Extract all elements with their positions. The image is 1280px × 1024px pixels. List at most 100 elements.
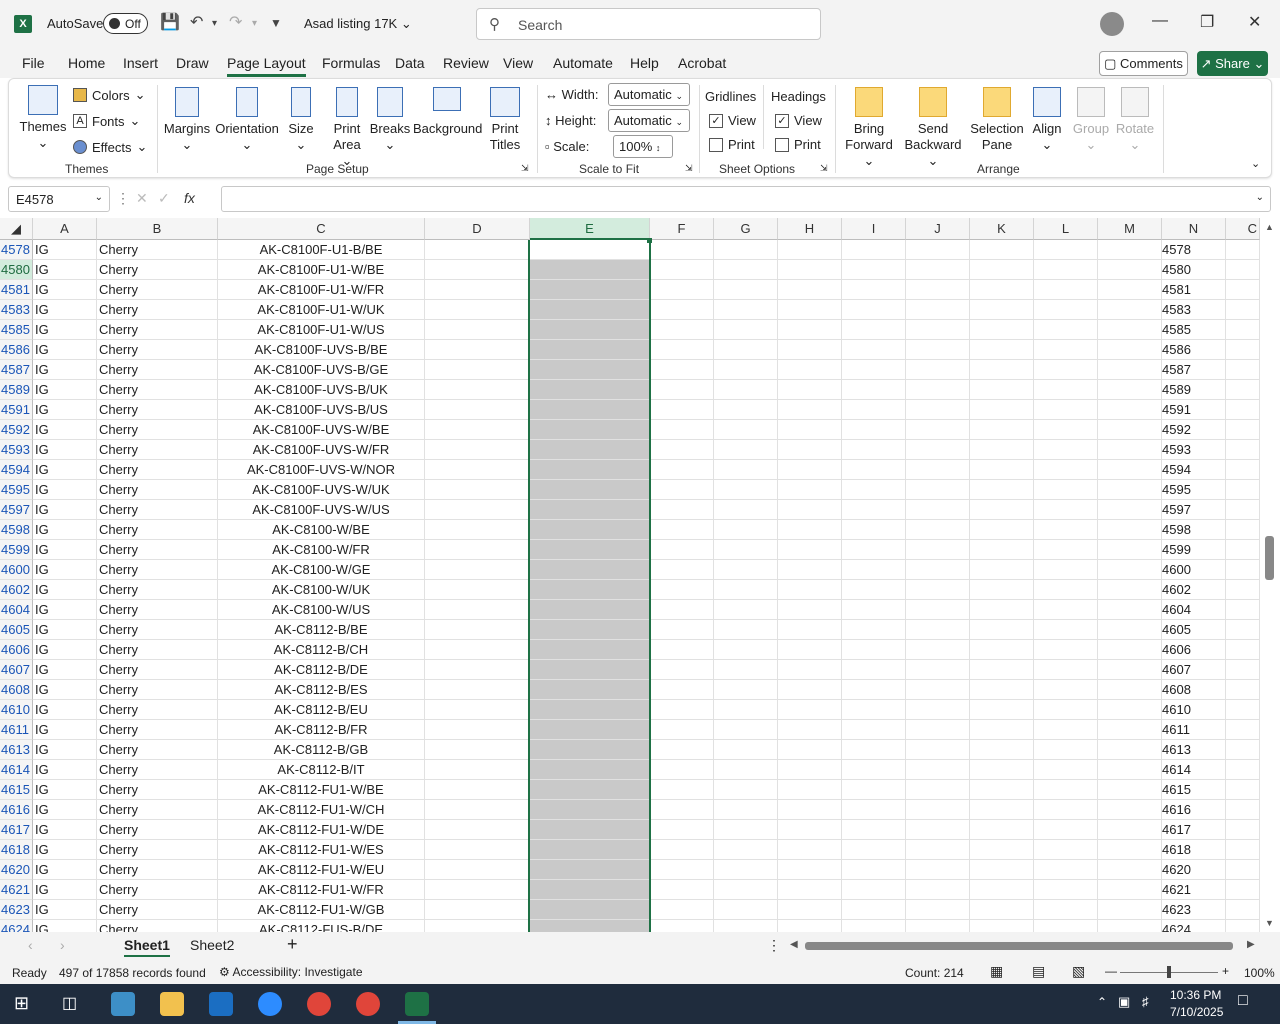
- cell-d[interactable]: [425, 600, 530, 620]
- cell-m[interactable]: [1098, 640, 1162, 660]
- save-icon[interactable]: 💾: [160, 12, 180, 32]
- cell-b[interactable]: Cherry: [97, 820, 218, 840]
- row-header[interactable]: 4611: [0, 720, 33, 740]
- cell-j[interactable]: [906, 660, 970, 680]
- cell-n[interactable]: 4578: [1162, 240, 1226, 260]
- zoom-out-icon[interactable]: —: [1105, 964, 1117, 978]
- cell-l[interactable]: [1034, 300, 1098, 320]
- row-header[interactable]: 4591: [0, 400, 33, 420]
- cell-f[interactable]: [650, 260, 714, 280]
- cell-a[interactable]: IG: [33, 840, 97, 860]
- cell-c[interactable]: AK-C8112-FU1-W/EU: [218, 860, 425, 880]
- cell-a[interactable]: IG: [33, 280, 97, 300]
- cell-l[interactable]: [1034, 860, 1098, 880]
- clock-date[interactable]: 7/10/2025: [1170, 1005, 1223, 1019]
- cell-i[interactable]: [842, 820, 906, 840]
- cell-e[interactable]: [530, 500, 650, 520]
- cell-b[interactable]: Cherry: [97, 680, 218, 700]
- cell-e[interactable]: [530, 360, 650, 380]
- row-header[interactable]: 4595: [0, 480, 33, 500]
- cell-a[interactable]: IG: [33, 880, 97, 900]
- cell-c[interactable]: AK-C8112-B/EU: [218, 700, 425, 720]
- column-header-g[interactable]: G: [714, 218, 778, 240]
- cell-a[interactable]: IG: [33, 380, 97, 400]
- cell-a[interactable]: IG: [33, 820, 97, 840]
- cell-b[interactable]: Cherry: [97, 480, 218, 500]
- row-header[interactable]: 4608: [0, 680, 33, 700]
- cell-a[interactable]: IG: [33, 740, 97, 760]
- cell-d[interactable]: [425, 260, 530, 280]
- cell-l[interactable]: [1034, 560, 1098, 580]
- cell-f[interactable]: [650, 660, 714, 680]
- cell-e[interactable]: [530, 720, 650, 740]
- cell-m[interactable]: [1098, 860, 1162, 880]
- height-dropdown[interactable]: Automatic ⌄: [608, 109, 690, 132]
- cell-i[interactable]: [842, 380, 906, 400]
- notifications-icon[interactable]: □: [1238, 992, 1248, 1010]
- orientation-button[interactable]: Orientation ⌄: [212, 87, 282, 153]
- cell-o[interactable]: [1226, 340, 1260, 360]
- cell-l[interactable]: [1034, 460, 1098, 480]
- cell-n[interactable]: 4617: [1162, 820, 1226, 840]
- cell-m[interactable]: [1098, 360, 1162, 380]
- windows-start-icon[interactable]: ⊞: [14, 993, 29, 1014]
- cell-j[interactable]: [906, 820, 970, 840]
- cell-g[interactable]: [714, 460, 778, 480]
- column-header-n[interactable]: N: [1162, 218, 1226, 240]
- cell-f[interactable]: [650, 320, 714, 340]
- cell-c[interactable]: AK-C8112-FU1-W/DE: [218, 820, 425, 840]
- cell-m[interactable]: [1098, 380, 1162, 400]
- cell-b[interactable]: Cherry: [97, 540, 218, 560]
- cell-d[interactable]: [425, 540, 530, 560]
- cell-i[interactable]: [842, 880, 906, 900]
- cell-k[interactable]: [970, 900, 1034, 920]
- undo-dropdown-icon[interactable]: ▾: [212, 18, 217, 29]
- cell-o[interactable]: [1226, 320, 1260, 340]
- cell-a[interactable]: IG: [33, 660, 97, 680]
- cell-a[interactable]: IG: [33, 260, 97, 280]
- cell-f[interactable]: [650, 780, 714, 800]
- cell-f[interactable]: [650, 380, 714, 400]
- tab-view[interactable]: View: [503, 55, 533, 71]
- cell-e[interactable]: [530, 380, 650, 400]
- cell-i[interactable]: [842, 320, 906, 340]
- cell-l[interactable]: [1034, 660, 1098, 680]
- cell-h[interactable]: [778, 820, 842, 840]
- cell-d[interactable]: [425, 820, 530, 840]
- cell-f[interactable]: [650, 920, 714, 932]
- cell-i[interactable]: [842, 720, 906, 740]
- cell-c[interactable]: AK-C8112-B/DE: [218, 660, 425, 680]
- cell-h[interactable]: [778, 800, 842, 820]
- cell-f[interactable]: [650, 300, 714, 320]
- cell-l[interactable]: [1034, 320, 1098, 340]
- cell-j[interactable]: [906, 380, 970, 400]
- column-header-f[interactable]: F: [650, 218, 714, 240]
- cell-c[interactable]: AK-C8100F-UVS-B/BE: [218, 340, 425, 360]
- cell-h[interactable]: [778, 840, 842, 860]
- cell-a[interactable]: IG: [33, 900, 97, 920]
- cell-j[interactable]: [906, 340, 970, 360]
- cell-k[interactable]: [970, 880, 1034, 900]
- fonts-button[interactable]: A Fonts ⌄: [73, 113, 140, 129]
- cell-e[interactable]: [530, 800, 650, 820]
- row-header[interactable]: 4606: [0, 640, 33, 660]
- cell-l[interactable]: [1034, 900, 1098, 920]
- cell-k[interactable]: [970, 700, 1034, 720]
- cell-c[interactable]: AK-C8112-FUS-B/DE: [218, 920, 425, 932]
- cell-o[interactable]: [1226, 880, 1260, 900]
- cell-d[interactable]: [425, 480, 530, 500]
- cell-c[interactable]: AK-C8100F-UVS-B/GE: [218, 360, 425, 380]
- cell-i[interactable]: [842, 280, 906, 300]
- cell-b[interactable]: Cherry: [97, 740, 218, 760]
- tab-data[interactable]: Data: [395, 55, 425, 71]
- cell-n[interactable]: 4591: [1162, 400, 1226, 420]
- cell-m[interactable]: [1098, 660, 1162, 680]
- cell-k[interactable]: [970, 320, 1034, 340]
- cell-f[interactable]: [650, 700, 714, 720]
- cell-o[interactable]: [1226, 260, 1260, 280]
- cell-d[interactable]: [425, 780, 530, 800]
- outlook-icon[interactable]: [209, 992, 233, 1016]
- cell-g[interactable]: [714, 560, 778, 580]
- cell-f[interactable]: [650, 880, 714, 900]
- cell-m[interactable]: [1098, 560, 1162, 580]
